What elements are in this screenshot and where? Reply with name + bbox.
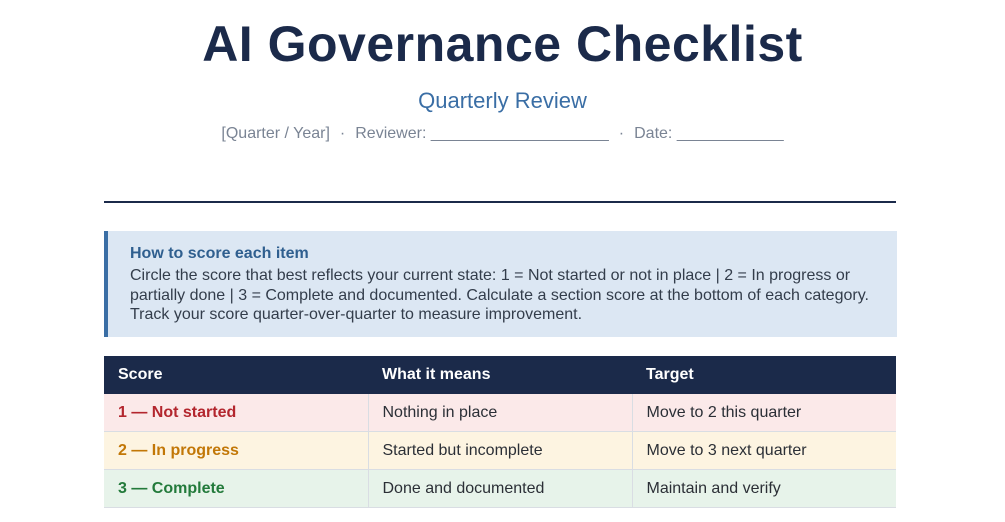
table-header-row: Score What it means Target — [104, 356, 896, 394]
meta-separator: · — [618, 125, 625, 142]
column-header-score: Score — [104, 356, 368, 394]
page-subtitle: Quarterly Review — [418, 88, 587, 113]
column-header-meaning: What it means — [368, 356, 632, 394]
table-row: 1 — Not started Nothing in place Move to… — [104, 394, 896, 432]
callout-body: Circle the score that best reflects your… — [130, 267, 869, 323]
score-level-cell: 1 — Not started — [104, 394, 369, 432]
score-level-cell: 3 — Complete — [104, 469, 369, 508]
reviewer-field: Reviewer: ____________________ — [355, 125, 609, 142]
meaning-cell: Nothing in place — [368, 394, 633, 432]
callout-heading: How to score each item — [130, 245, 309, 262]
target-cell: Maintain and verify — [632, 469, 896, 508]
header-divider — [104, 201, 896, 203]
review-meta-line: [Quarter / Year] · Reviewer: _____________… — [0, 123, 1005, 145]
checklist-page: AI Governance Checklist Quarterly Review… — [0, 0, 1005, 522]
column-header-target: Target — [632, 356, 896, 394]
table-row: 2 — In progress Started but incomplete M… — [104, 431, 896, 470]
score-legend-table: Score What it means Target 1 — Not start… — [104, 356, 896, 508]
target-cell: Move to 3 next quarter — [632, 431, 896, 470]
meaning-cell: Started but incomplete — [368, 431, 633, 470]
table-row: 3 — Complete Done and documented Maintai… — [104, 469, 896, 508]
meaning-cell: Done and documented — [368, 469, 633, 508]
meta-separator: · — [339, 125, 346, 142]
target-cell: Move to 2 this quarter — [632, 394, 896, 432]
score-level-cell: 2 — In progress — [104, 431, 369, 470]
scoring-instructions-callout: How to score each item Circle the score … — [104, 231, 897, 337]
quarter-placeholder: [Quarter / Year] — [221, 125, 330, 142]
page-title: AI Governance Checklist — [202, 16, 803, 72]
date-field: Date: ____________ — [634, 125, 784, 142]
